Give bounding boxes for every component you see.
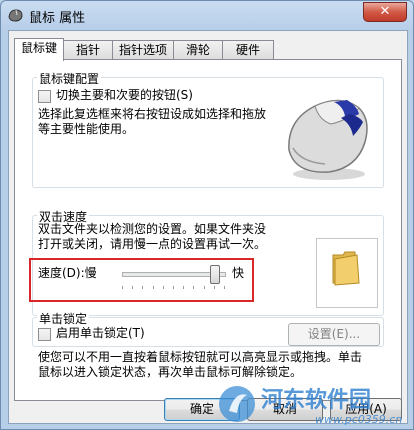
- swap-buttons-checkbox[interactable]: [38, 90, 51, 103]
- watermark-logo: 河东软件园 www.pc0359.cn: [219, 386, 402, 426]
- click-lock-checkbox[interactable]: [38, 328, 51, 341]
- mouse-illustration-icon: [288, 99, 368, 180]
- tab-buttons[interactable]: 鼠标键: [14, 38, 64, 61]
- tab-pointer-options[interactable]: 指针选项: [112, 40, 174, 60]
- tab-panel: 鼠标键配置 切换主要和次要的按钮(S) 选择此复选框来将右按钮设成如选择和拖放 …: [14, 59, 402, 401]
- swap-buttons-label[interactable]: 切换主要和次要的按钮(S): [56, 88, 193, 103]
- close-button[interactable]: ✕: [363, 2, 407, 22]
- svg-text:河东软件园: 河东软件园: [261, 387, 371, 413]
- mouse-properties-window: 鼠标 属性 ✕ 鼠标键 指针 指针选项 滑轮 硬件 鼠标键配置 切换主要和次要的…: [0, 0, 414, 430]
- double-click-description-line2: 打开或关闭，请用慢一点的设置再试一次。: [38, 237, 267, 251]
- title-bar[interactable]: 鼠标 属性 ✕: [1, 1, 413, 29]
- click-lock-label[interactable]: 启用单击锁定(T): [56, 326, 145, 341]
- dialog-client-area: 鼠标键 指针 指针选项 滑轮 硬件 鼠标键配置 切换主要和次要的按钮(S) 选择…: [8, 30, 408, 424]
- tab-pointers[interactable]: 指针: [63, 40, 113, 60]
- test-folder-area[interactable]: [316, 238, 378, 308]
- button-config-description-line2: 等主要性能使用。: [38, 122, 135, 136]
- double-click-description-line1: 双击文件夹以检测您的设置。如果文件夹没: [38, 222, 267, 236]
- click-lock-title: 单击锁定: [37, 310, 90, 327]
- click-lock-settings-button[interactable]: 设置(E)...: [288, 323, 380, 346]
- mouse-app-icon: [8, 9, 23, 22]
- speed-highlight-box: [29, 258, 254, 302]
- tab-wheel[interactable]: 滑轮: [173, 40, 223, 60]
- tab-hardware[interactable]: 硬件: [222, 40, 274, 60]
- button-config-description-line1: 选择此复选框来将右按钮设成如选择和拖放: [38, 107, 267, 121]
- click-lock-description-line2: 鼠标以进入锁定状态，再次单击鼠标可解除锁定。: [38, 365, 303, 379]
- click-lock-description-line1: 使您可以不用一直按着鼠标按钮就可以高亮显示或拖拽。单击: [38, 350, 363, 364]
- svg-text:www.pc0359.cn: www.pc0359.cn: [315, 413, 402, 426]
- folder-icon: [332, 251, 360, 286]
- button-config-title: 鼠标键配置: [37, 70, 102, 87]
- window-title: 鼠标 属性: [29, 11, 86, 26]
